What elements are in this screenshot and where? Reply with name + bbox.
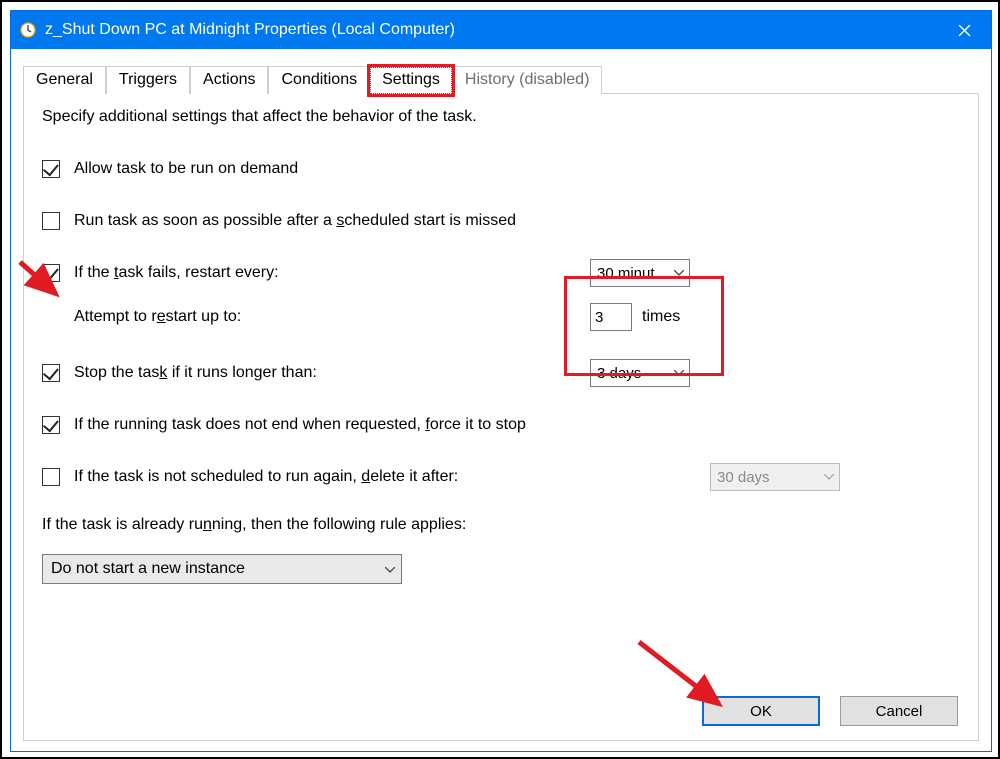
properties-dialog: z_Shut Down PC at Midnight Properties (L… <box>10 10 992 752</box>
run-asap-checkbox[interactable] <box>42 212 60 230</box>
attempt-up-to-label: Attempt to restart up to: <box>74 308 241 326</box>
tab-conditions[interactable]: Conditions <box>268 66 370 94</box>
force-stop-label: If the running task does not end when re… <box>74 416 526 434</box>
chevron-down-icon <box>673 367 685 379</box>
tab-settings[interactable]: Settings <box>370 67 452 94</box>
already-running-rule-dropdown[interactable]: Do not start a new instance <box>42 554 402 584</box>
stop-if-longer-checkbox[interactable] <box>42 364 60 382</box>
delete-after-checkbox[interactable] <box>42 468 60 486</box>
allow-on-demand-label: Allow task to be run on demand <box>74 160 298 178</box>
chevron-down-icon <box>823 471 835 483</box>
settings-tab-page: Specify additional settings that affect … <box>23 93 979 741</box>
restart-interval-dropdown[interactable]: 30 minut <box>590 259 690 287</box>
close-icon <box>958 24 971 37</box>
allow-on-demand-checkbox[interactable] <box>42 160 60 178</box>
delete-after-dropdown: 30 days <box>710 463 840 491</box>
chevron-down-icon <box>385 560 395 578</box>
stop-duration-dropdown[interactable]: 3 days <box>590 359 690 387</box>
chevron-down-icon <box>673 267 685 279</box>
restart-if-fail-checkbox[interactable] <box>42 264 60 282</box>
tab-actions[interactable]: Actions <box>190 66 268 94</box>
attempt-count-input[interactable]: 3 <box>590 303 632 331</box>
run-asap-label: Run task as soon as possible after a sch… <box>74 212 516 230</box>
window-title: z_Shut Down PC at Midnight Properties (L… <box>45 21 941 39</box>
clock-icon <box>19 21 37 39</box>
restart-if-fail-label: If the task fails, restart every: <box>74 264 279 282</box>
force-stop-checkbox[interactable] <box>42 416 60 434</box>
tab-general[interactable]: General <box>23 66 106 94</box>
titlebar: z_Shut Down PC at Midnight Properties (L… <box>11 11 991 49</box>
stop-if-longer-label: Stop the task if it runs longer than: <box>74 364 317 382</box>
tab-history[interactable]: History (disabled) <box>452 66 602 94</box>
close-button[interactable] <box>941 11 987 49</box>
delete-after-label: If the task is not scheduled to run agai… <box>74 468 458 486</box>
already-running-rule-label: If the task is already running, then the… <box>42 516 466 534</box>
tab-triggers[interactable]: Triggers <box>106 66 190 94</box>
settings-intro: Specify additional settings that affect … <box>42 108 960 126</box>
cancel-button[interactable]: Cancel <box>840 696 958 726</box>
tabstrip: General Triggers Actions Conditions Sett… <box>23 61 979 93</box>
ok-button[interactable]: OK <box>702 696 820 726</box>
attempt-unit-label: times <box>642 308 680 326</box>
